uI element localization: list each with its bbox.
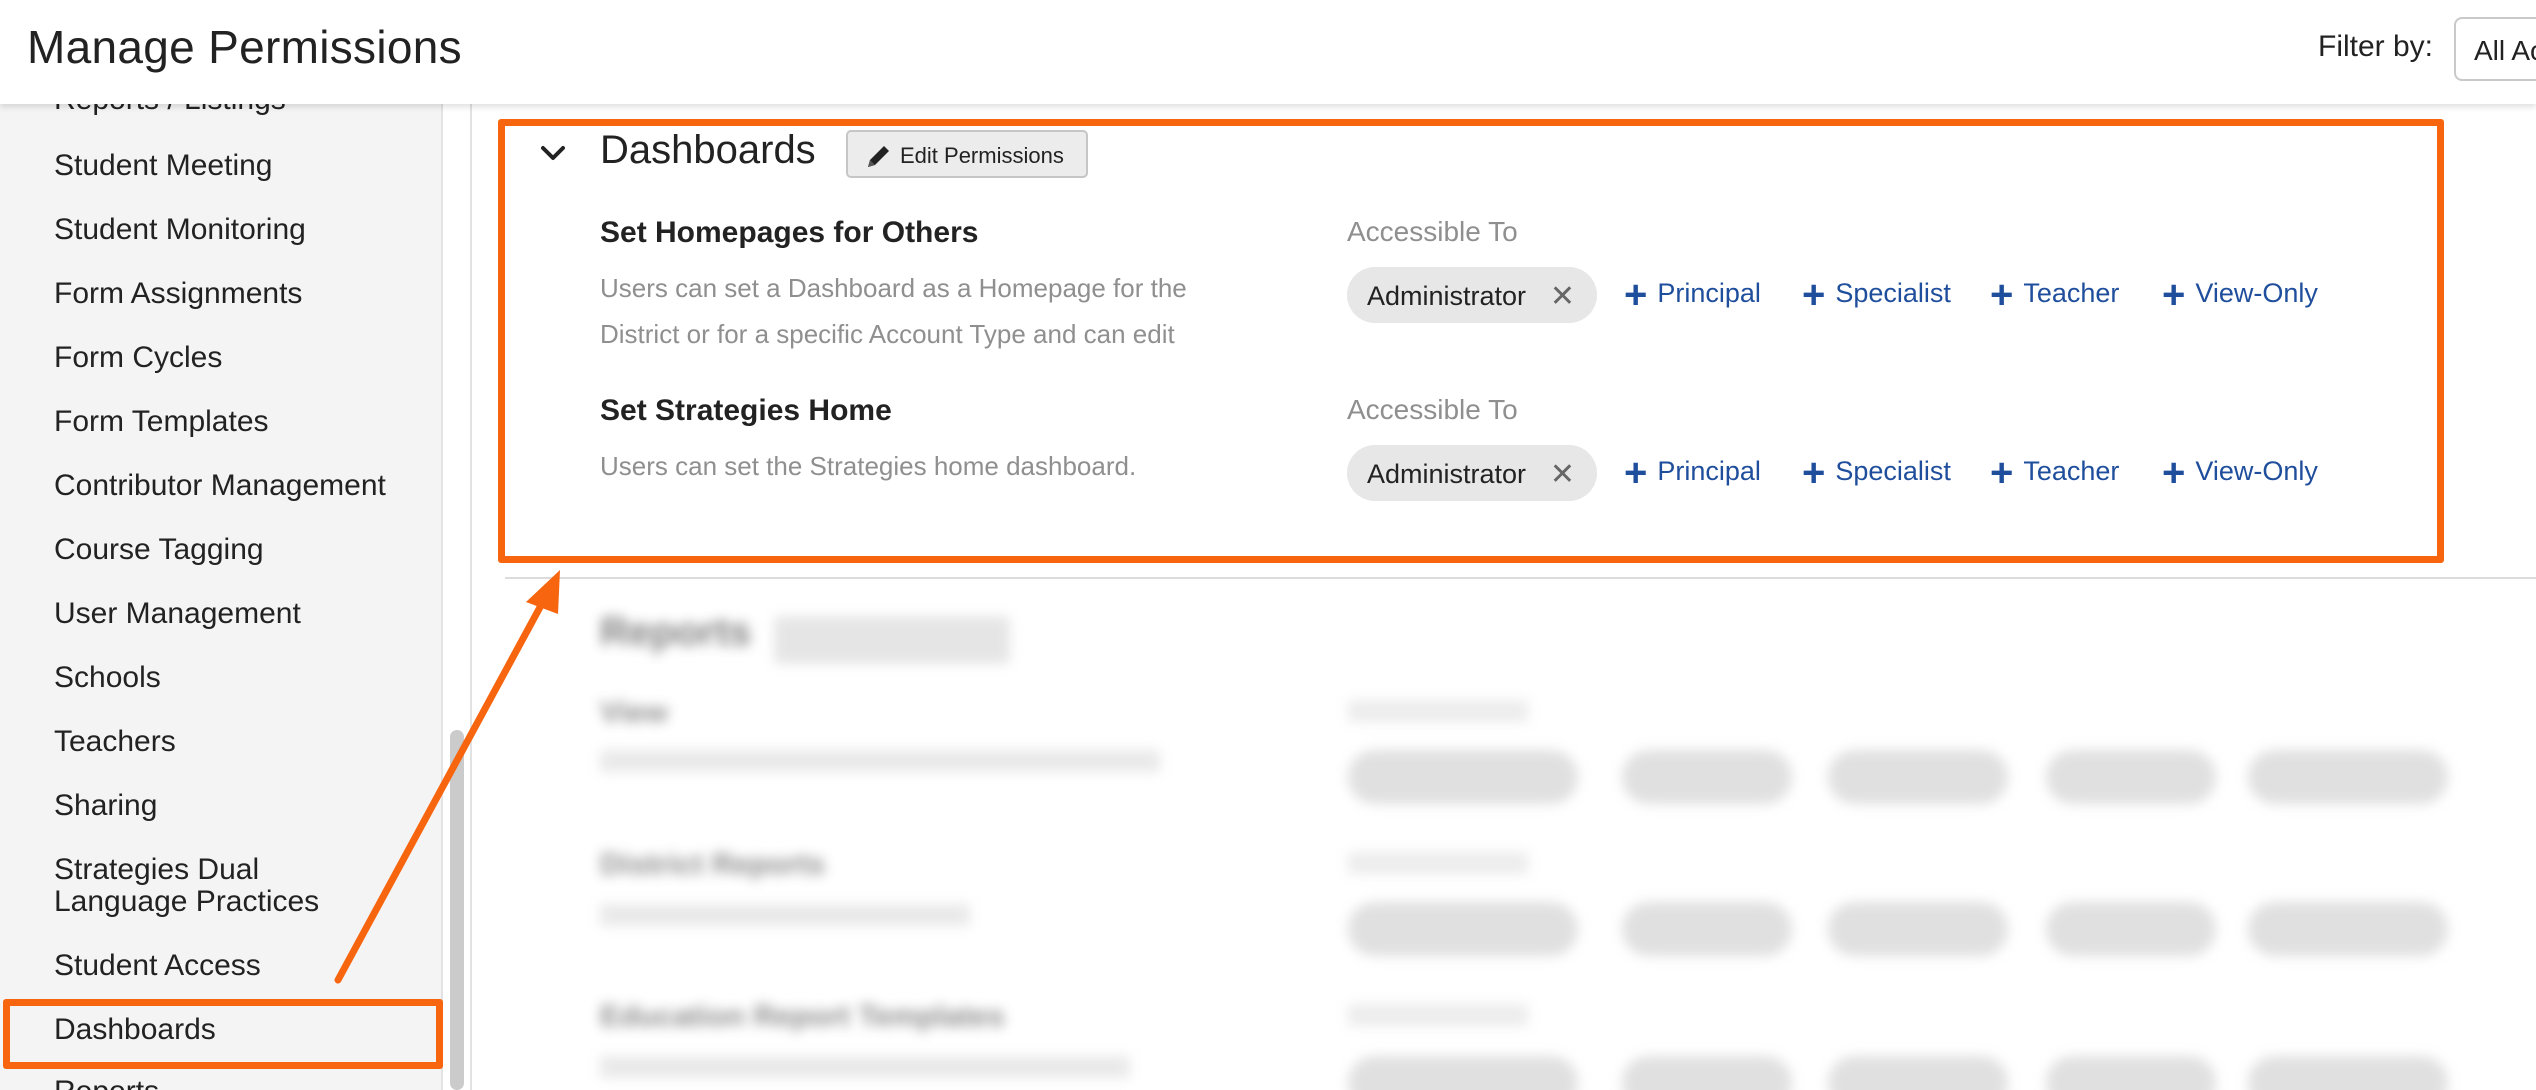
blurred-chip	[2046, 750, 2216, 804]
blurred-reports-section: Reports View District Reports Education …	[472, 580, 2536, 1090]
sidebar-item-student-meeting[interactable]: Student Meeting	[54, 150, 272, 182]
blurred-chip	[1622, 1056, 1792, 1090]
blurred-chip	[2248, 750, 2448, 804]
sidebar-item-label: Language Practices	[54, 885, 320, 918]
sidebar-item-user-management[interactable]: User Management	[54, 598, 301, 630]
blurred-chip	[1348, 902, 1578, 956]
blurred-chip	[2248, 1056, 2448, 1090]
sidebar-item-form-templates[interactable]: Form Templates	[54, 406, 269, 438]
blurred-chip	[1828, 750, 2008, 804]
sidebar-item-reports[interactable]: Reports	[54, 1076, 159, 1090]
sidebar-item-strategies-dual-language[interactable]: Strategies Dual Language Practices	[54, 854, 319, 918]
blurred-chip	[2248, 902, 2448, 956]
annotation-sidebar-highlight	[3, 999, 443, 1069]
blurred-chip	[1828, 902, 2008, 956]
page-title: Manage Permissions	[27, 21, 462, 73]
sidebar-nav: Reports / Listings Student Meeting Stude…	[0, 104, 443, 1090]
blurred-accessible-label	[1348, 700, 1528, 722]
sidebar-item-student-monitoring[interactable]: Student Monitoring	[54, 214, 306, 246]
blurred-section-title: Reports	[600, 610, 752, 654]
blurred-chip	[1622, 750, 1792, 804]
sidebar-item-label: Strategies Dual	[54, 853, 260, 886]
filter-label: Filter by:	[2318, 30, 2434, 63]
blurred-description	[600, 750, 1160, 772]
sidebar-item-reports-listings[interactable]: Reports / Listings	[54, 104, 286, 116]
blurred-chip	[2046, 1056, 2216, 1090]
sidebar-item-student-access[interactable]: Student Access	[54, 950, 261, 982]
blurred-chip	[2046, 902, 2216, 956]
sidebar-item-teachers[interactable]: Teachers	[54, 726, 176, 758]
section-divider	[505, 577, 2536, 579]
blurred-edit-button	[774, 616, 1010, 664]
blurred-chip	[1348, 1056, 1578, 1090]
blurred-description	[600, 1056, 1130, 1078]
blurred-chip	[1828, 1056, 2008, 1090]
sidebar-item-schools[interactable]: Schools	[54, 662, 161, 694]
sidebar-item-form-cycles[interactable]: Form Cycles	[54, 342, 222, 374]
blurred-accessible-label	[1348, 1004, 1528, 1026]
page-header: Manage Permissions Filter by: All Ac	[0, 0, 2536, 104]
blurred-accessible-label	[1348, 852, 1528, 874]
blurred-permission-title: District Reports	[600, 848, 826, 881]
sidebar-item-sharing[interactable]: Sharing	[54, 790, 157, 822]
blurred-permission-title: View	[600, 696, 668, 729]
blurred-permission-title: Education Report Templates	[600, 1000, 1005, 1033]
blurred-chip	[1622, 902, 1792, 956]
annotation-highlight-box	[498, 119, 2444, 563]
sidebar-item-contributor-management[interactable]: Contributor Management	[54, 470, 386, 502]
sidebar-scrollbar[interactable]	[450, 730, 464, 1090]
sidebar-item-course-tagging[interactable]: Course Tagging	[54, 534, 264, 566]
sidebar-item-form-assignments[interactable]: Form Assignments	[54, 278, 302, 310]
blurred-description	[600, 904, 970, 926]
blurred-chip	[1348, 750, 1578, 804]
filter-select[interactable]: All Ac	[2454, 17, 2536, 81]
